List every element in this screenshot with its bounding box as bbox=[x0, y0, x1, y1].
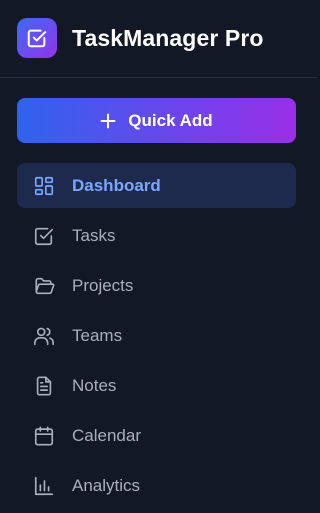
sidebar-item-label: Analytics bbox=[72, 475, 141, 495]
check-square-icon bbox=[17, 18, 57, 58]
document-icon bbox=[32, 374, 56, 398]
users-icon bbox=[32, 324, 56, 348]
sidebar: TaskManager Pro Quick Add Dashboard Task… bbox=[0, 0, 317, 510]
sidebar-item-tasks[interactable]: Tasks bbox=[17, 213, 296, 258]
quick-add-button[interactable]: Quick Add bbox=[17, 98, 296, 143]
sidebar-item-label: Calendar bbox=[72, 425, 141, 445]
bar-chart-icon bbox=[32, 474, 56, 498]
sidebar-item-dashboard[interactable]: Dashboard bbox=[17, 163, 296, 208]
checkbox-icon bbox=[32, 224, 56, 248]
plus-icon bbox=[100, 113, 116, 129]
app-title: TaskManager Pro bbox=[72, 24, 264, 51]
sidebar-item-label: Projects bbox=[72, 275, 134, 295]
sidebar-item-label: Tasks bbox=[72, 225, 116, 245]
sidebar-item-label: Dashboard bbox=[72, 175, 161, 195]
sidebar-item-label: Notes bbox=[72, 375, 117, 395]
brand[interactable]: TaskManager Pro bbox=[17, 18, 307, 58]
sidebar-item-projects[interactable]: Projects bbox=[17, 263, 296, 308]
sidebar-item-teams[interactable]: Teams bbox=[17, 313, 296, 358]
quick-add-label: Quick Add bbox=[128, 110, 213, 130]
dashboard-grid-icon bbox=[32, 174, 56, 198]
sidebar-item-label: Teams bbox=[72, 325, 123, 345]
sidebar-item-notes[interactable]: Notes bbox=[17, 363, 296, 408]
sidebar-item-analytics[interactable]: Analytics bbox=[17, 463, 296, 508]
calendar-icon bbox=[32, 424, 56, 448]
header-divider bbox=[0, 77, 317, 78]
sidebar-nav: Dashboard Tasks Projects Teams Notes Cal… bbox=[17, 163, 296, 513]
sidebar-item-calendar[interactable]: Calendar bbox=[17, 413, 296, 458]
folder-icon bbox=[32, 274, 56, 298]
